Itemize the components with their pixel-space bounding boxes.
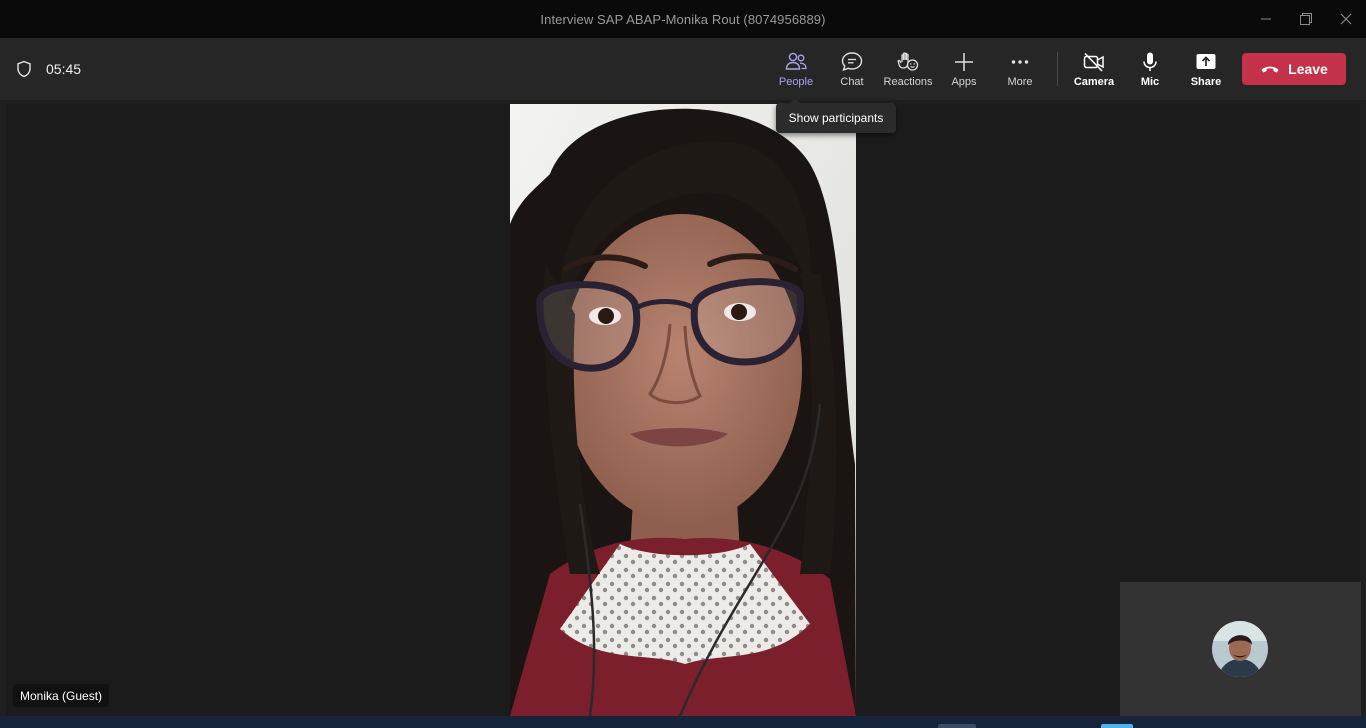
- reactions-button[interactable]: Reactions: [880, 38, 936, 100]
- participant-video[interactable]: [510, 104, 856, 716]
- hang-up-icon: [1261, 66, 1279, 73]
- people-button[interactable]: People: [768, 38, 824, 100]
- reactions-label: Reactions: [883, 75, 933, 88]
- mic-label: Mic: [1140, 75, 1160, 88]
- more-label: More: [1007, 75, 1033, 88]
- camera-label: Camera: [1073, 75, 1115, 88]
- close-icon: [1340, 13, 1352, 25]
- more-icon: [1011, 59, 1029, 64]
- close-button[interactable]: [1326, 0, 1366, 38]
- share-button[interactable]: Share: [1178, 38, 1234, 100]
- plus-icon: [955, 52, 973, 71]
- maximize-button[interactable]: [1286, 0, 1326, 38]
- window-controls: [1246, 0, 1366, 38]
- share-label: Share: [1190, 75, 1222, 88]
- chat-icon: [841, 51, 863, 71]
- chat-button[interactable]: Chat: [824, 38, 880, 100]
- camera-off-icon: [1083, 52, 1104, 72]
- apps-button[interactable]: Apps: [936, 38, 992, 100]
- leave-button[interactable]: Leave: [1242, 53, 1346, 85]
- meeting-tools: People Chat Reactions Apps More: [768, 38, 1048, 100]
- mic-button[interactable]: Mic: [1122, 38, 1178, 100]
- share-icon: [1196, 53, 1216, 69]
- more-button[interactable]: More: [992, 38, 1048, 100]
- apps-label: Apps: [951, 75, 977, 88]
- window-title: Interview SAP ABAP-Monika Rout (80749568…: [540, 11, 826, 27]
- tooltip-text: Show participants: [788, 111, 884, 125]
- meeting-info: 05:45: [16, 38, 81, 100]
- taskbar-item[interactable]: [938, 724, 976, 728]
- minimize-icon: [1261, 18, 1271, 20]
- raise-hand-icon: [897, 51, 919, 71]
- meeting-toolbar: 05:45 People Chat Reactions Apps More Ca…: [0, 38, 1366, 100]
- people-icon: [785, 52, 807, 70]
- avatar-image: [1212, 621, 1268, 677]
- people-label: People: [778, 75, 814, 88]
- restore-icon: [1300, 13, 1312, 25]
- taskbar-item[interactable]: [1101, 724, 1133, 728]
- title-bar: Interview SAP ABAP-Monika Rout (80749568…: [0, 0, 1366, 38]
- meeting-timer: 05:45: [46, 61, 82, 77]
- media-tools: Camera Mic Share: [1066, 38, 1234, 100]
- chat-label: Chat: [840, 75, 864, 88]
- mic-icon: [1143, 52, 1157, 71]
- leave-label: Leave: [1288, 61, 1328, 77]
- taskbar: [0, 716, 1366, 728]
- shield-icon[interactable]: [16, 60, 32, 78]
- toolbar-divider: [1057, 52, 1058, 86]
- participant-name-tag: Monika (Guest): [13, 684, 110, 707]
- show-participants-tooltip: Show participants: [776, 98, 896, 133]
- participant-video-feed: [510, 104, 856, 716]
- self-avatar: [1212, 621, 1268, 677]
- participant-name: Monika (Guest): [20, 688, 103, 703]
- minimize-button[interactable]: [1246, 0, 1286, 38]
- self-view-tile[interactable]: [1120, 582, 1361, 716]
- camera-button[interactable]: Camera: [1066, 38, 1122, 100]
